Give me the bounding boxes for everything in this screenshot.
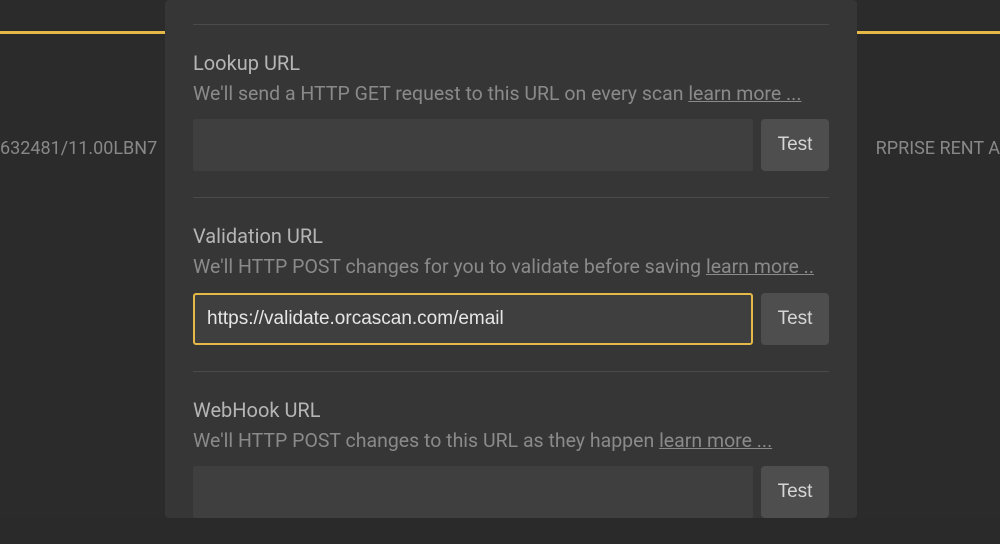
validation-input-row: Test	[193, 293, 829, 345]
background-text-left: 632481/11.00LBN7	[0, 138, 157, 159]
validation-test-button[interactable]: Test	[761, 293, 829, 345]
validation-title: Validation URL	[193, 224, 829, 248]
lookup-learn-more-link[interactable]: learn more ...	[688, 82, 801, 105]
webhook-section: WebHook URL We'll HTTP POST changes to t…	[165, 372, 857, 544]
validation-url-input[interactable]	[193, 293, 753, 345]
lookup-description: We'll send a HTTP GET request to this UR…	[193, 81, 829, 106]
validation-description: We'll HTTP POST changes for you to valid…	[193, 254, 829, 279]
lookup-url-input[interactable]	[193, 119, 753, 171]
webhook-description: We'll HTTP POST changes to this URL as t…	[193, 428, 829, 453]
validation-section: Validation URL We'll HTTP POST changes f…	[165, 198, 857, 370]
lookup-test-button[interactable]: Test	[761, 119, 829, 171]
lookup-input-row: Test	[193, 119, 829, 171]
lookup-title: Lookup URL	[193, 51, 829, 75]
webhook-input-row: Test	[193, 466, 829, 518]
webhook-test-button[interactable]: Test	[761, 466, 829, 518]
validation-learn-more-link[interactable]: learn more ..	[706, 255, 814, 278]
webhook-url-input[interactable]	[193, 466, 753, 518]
background-text-right: RPRISE RENT A	[876, 138, 1000, 159]
lookup-description-text: We'll send a HTTP GET request to this UR…	[193, 82, 688, 105]
webhook-description-text: We'll HTTP POST changes to this URL as t…	[193, 429, 659, 452]
lookup-section: Lookup URL We'll send a HTTP GET request…	[165, 25, 857, 197]
webhook-title: WebHook URL	[193, 398, 829, 422]
settings-modal: Lookup URL We'll send a HTTP GET request…	[165, 0, 857, 518]
validation-description-text: We'll HTTP POST changes for you to valid…	[193, 255, 706, 278]
webhook-learn-more-link[interactable]: learn more ...	[659, 429, 772, 452]
